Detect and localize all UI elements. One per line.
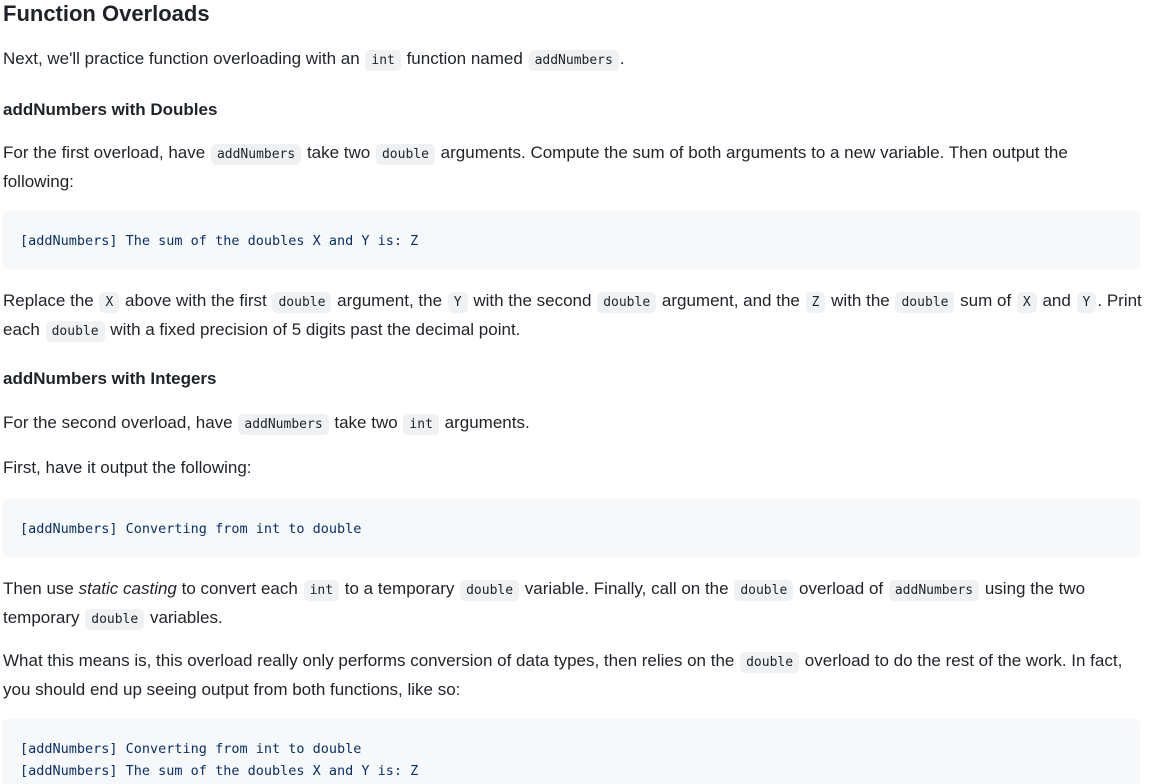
text: What this means is, this overload really…: [3, 651, 740, 670]
text: with a fixed precision of 5 digits past …: [105, 320, 521, 339]
text: For the first overload, have: [3, 143, 210, 162]
inline-code: double: [597, 292, 657, 313]
inline-code: addNumbers: [528, 50, 619, 71]
doubles-paragraph-1: For the first overload, have addNumbers …: [3, 139, 1143, 195]
inline-code: int: [365, 50, 401, 71]
inline-code: Y: [447, 292, 468, 313]
text: and: [1037, 291, 1076, 310]
code-block-combined-output: [addNumbers] Converting from int to doub…: [2, 719, 1140, 784]
section-heading-doubles: addNumbers with Doubles: [3, 100, 218, 119]
text: variable. Finally, call on the: [520, 579, 734, 598]
section-heading-integers: addNumbers with Integers: [3, 369, 217, 388]
text: arguments.: [439, 413, 530, 432]
code-line: [addNumbers] The sum of the doubles X an…: [20, 763, 419, 779]
text: with the: [826, 291, 895, 310]
integers-paragraph-2: First, have it output the following:: [3, 458, 252, 477]
inline-code: double: [460, 580, 520, 601]
text: to a temporary: [340, 579, 460, 598]
inline-code: double: [85, 609, 145, 630]
intro-paragraph: Next, we'll practice function overloadin…: [3, 45, 1143, 74]
text: Next, we'll practice function overloadin…: [3, 49, 365, 68]
inline-code: addNumbers: [210, 144, 302, 165]
page-title: Function Overloads: [3, 1, 210, 26]
text: function named: [401, 49, 528, 68]
inline-code: double: [272, 292, 332, 313]
text: overload of: [794, 579, 888, 598]
inline-code: double: [734, 580, 794, 601]
text: with the second: [468, 291, 597, 310]
inline-code: X: [99, 292, 120, 313]
inline-code: double: [740, 652, 800, 673]
emphasis-text: static casting: [78, 579, 177, 598]
inline-code: addNumbers: [888, 580, 980, 601]
text: For the second overload, have: [3, 413, 238, 432]
text: to convert each: [176, 579, 303, 598]
text: argument, the: [332, 291, 447, 310]
inline-code: Y: [1076, 292, 1097, 313]
text: Then use: [3, 579, 79, 598]
inline-code: Z: [805, 292, 826, 313]
inline-code: X: [1016, 292, 1037, 313]
integers-paragraph-1: For the second overload, have addNumbers…: [3, 409, 1143, 438]
inline-code: addNumbers: [238, 414, 329, 435]
text: sum of: [955, 291, 1016, 310]
code-line: [addNumbers] Converting from int to doub…: [20, 521, 362, 537]
text: above with the first: [120, 291, 272, 310]
text: Replace the: [3, 291, 99, 310]
text: .: [619, 49, 625, 68]
text: take two: [302, 143, 375, 162]
inline-code: double: [895, 292, 955, 313]
inline-code: double: [45, 321, 105, 342]
text: variables.: [145, 608, 223, 627]
document-page: Function Overloads Next, we'll practice …: [0, 0, 1176, 784]
inline-code: double: [375, 144, 435, 165]
code-block-conversion-output: [addNumbers] Converting from int to doub…: [2, 499, 1140, 557]
doubles-paragraph-2: Replace the X above with the first doubl…: [3, 287, 1143, 345]
integers-paragraph-4: What this means is, this overload really…: [3, 647, 1143, 703]
text: argument, and the: [657, 291, 805, 310]
code-line: [addNumbers] Converting from int to doub…: [20, 741, 362, 757]
inline-code: int: [403, 414, 439, 435]
code-block-doubles-output: [addNumbers] The sum of the doubles X an…: [2, 211, 1140, 269]
code-line: [addNumbers] The sum of the doubles X an…: [20, 233, 419, 249]
text: take two: [329, 413, 403, 432]
inline-code: int: [303, 580, 340, 601]
integers-paragraph-3: Then use static casting to convert each …: [3, 575, 1143, 633]
